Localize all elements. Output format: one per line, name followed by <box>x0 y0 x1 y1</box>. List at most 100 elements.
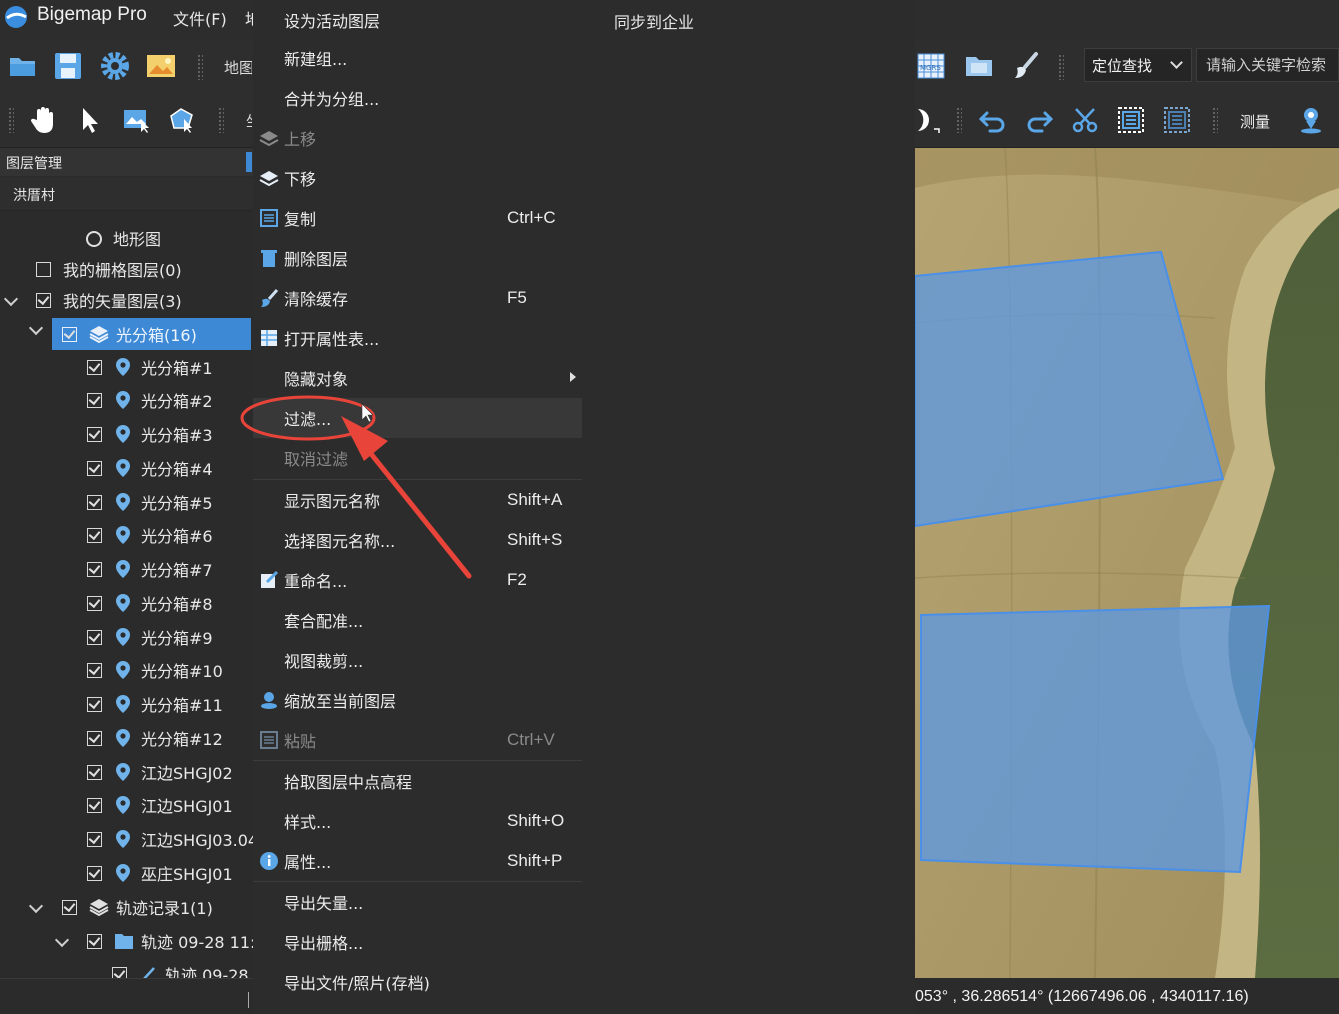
tree-item-fiber-box[interactable]: 江边SHGJ01 <box>0 789 253 821</box>
deselect-icon[interactable] <box>1160 103 1194 137</box>
toolbar-cut-label[interactable]: 坐 <box>246 110 252 131</box>
tree-item-fiber-box[interactable]: 光分箱#10 <box>0 654 253 686</box>
menu-item-0[interactable]: 设为活动图层 <box>253 0 582 40</box>
keyword-search-input[interactable] <box>1196 48 1339 82</box>
user-location-icon[interactable] <box>1294 103 1328 137</box>
checkbox[interactable] <box>87 527 102 543</box>
checkbox[interactable] <box>36 261 51 277</box>
chevron-down-icon[interactable] <box>54 932 70 948</box>
tree-item-fiber-box[interactable]: 光分箱#2 <box>0 384 253 416</box>
checkbox[interactable] <box>87 629 102 645</box>
redo-icon[interactable] <box>1022 103 1056 137</box>
checkbox[interactable] <box>87 831 102 847</box>
checkbox[interactable] <box>87 730 102 746</box>
tree-item-fiber-box[interactable]: 光分箱#12 <box>0 722 253 754</box>
toolbar-grip[interactable] <box>218 107 224 133</box>
polygon-select-icon[interactable] <box>165 103 199 137</box>
chevron-down-icon[interactable] <box>28 898 44 914</box>
map-toolbar-label[interactable]: 地图 <box>224 57 252 78</box>
toolbar-grip[interactable] <box>197 54 203 80</box>
toolbar-grip[interactable] <box>956 107 962 133</box>
tree-item-fiber-box[interactable]: 光分箱#5 <box>0 486 253 518</box>
globe-half-icon[interactable] <box>910 103 944 137</box>
scissors-icon[interactable] <box>1068 103 1102 137</box>
panel-tab-edge[interactable] <box>246 152 252 172</box>
menu-item-13[interactable]: 选择图元名称... Shift+S <box>253 520 582 560</box>
measure-tool-label[interactable]: 测量 <box>1240 111 1270 132</box>
menu-next[interactable]: 地 <box>245 6 253 30</box>
checkbox[interactable] <box>87 494 102 510</box>
tree-item-raster-layers[interactable]: 我的栅格图层(0) <box>0 253 253 285</box>
menu-item-21[interactable]: 属性... Shift+P <box>253 841 582 881</box>
fiber-box-area-polygon[interactable] <box>920 604 1271 874</box>
checkbox[interactable] <box>87 359 102 375</box>
map-select-icon[interactable] <box>119 103 153 137</box>
menu-item-3[interactable]: 上移 <box>253 118 582 158</box>
menu-item-14[interactable]: 重命名... F2 <box>253 560 582 600</box>
menu-item-16[interactable]: 视图裁剪... <box>253 640 582 680</box>
checkbox[interactable] <box>62 899 77 915</box>
image-layer-icon[interactable] <box>144 49 178 83</box>
tree-item-fiber-box[interactable]: 光分箱#1 <box>0 351 253 383</box>
tree-item-fiber-box[interactable]: 光分箱#9 <box>0 621 253 653</box>
menu-item-9[interactable]: 隐藏对象 <box>253 358 582 398</box>
toolbar-grip[interactable] <box>8 107 14 133</box>
checkbox[interactable] <box>87 392 102 408</box>
menu-item-1[interactable]: 新建组... <box>253 38 582 78</box>
menu-item-4[interactable]: 下移 <box>253 158 582 198</box>
tree-item-fiber-box[interactable]: 光分箱#4 <box>0 452 253 484</box>
tree-item-fiber-box-group[interactable]: 光分箱(16) <box>52 318 251 350</box>
menu-item-15[interactable]: 套合配准... <box>253 600 582 640</box>
menu-item-7[interactable]: 清除缓存 F5 <box>253 278 582 318</box>
tree-item-track[interactable]: 轨迹 09-28 <box>0 958 253 978</box>
tree-item-track-folder[interactable]: 轨迹 09-28 11: <box>0 925 253 957</box>
checkbox[interactable] <box>87 561 102 577</box>
open-folder-icon[interactable] <box>6 49 40 83</box>
menu-item-24[interactable]: 导出文件/照片(存档) <box>253 962 582 1002</box>
tree-item-fiber-box[interactable]: 光分箱#7 <box>0 553 253 585</box>
checkbox[interactable] <box>62 326 77 342</box>
tree-item-fiber-box[interactable]: 光分箱#3 <box>0 418 253 450</box>
checkbox[interactable] <box>87 595 102 611</box>
select-arrow-icon[interactable] <box>73 103 107 137</box>
save-icon[interactable] <box>51 49 85 83</box>
menu-item-19[interactable]: 拾取图层中点高程 <box>253 761 582 801</box>
checkbox[interactable] <box>36 292 51 308</box>
menu-item-20[interactable]: 样式... Shift+O <box>253 801 582 841</box>
chevron-down-icon[interactable] <box>3 291 19 307</box>
menu-item-6[interactable]: 删除图层 <box>253 238 582 278</box>
pan-hand-icon[interactable] <box>27 103 61 137</box>
menu-file[interactable]: 文件(F) <box>173 6 227 30</box>
tree-item-fiber-box[interactable]: 光分箱#11 <box>0 688 253 720</box>
checkbox[interactable] <box>112 966 127 978</box>
tree-item-fiber-box[interactable]: 光分箱#8 <box>0 587 253 619</box>
sync-to-enterprise-label[interactable]: 同步到企业 <box>614 9 694 33</box>
toolbar-grip[interactable] <box>1058 54 1064 80</box>
radio-icon[interactable] <box>86 231 102 247</box>
checkbox[interactable] <box>87 865 102 881</box>
menu-item-17[interactable]: 缩放至当前图层 <box>253 680 582 720</box>
checkbox[interactable] <box>87 933 102 949</box>
menu-item-11[interactable]: 取消过滤 <box>253 438 582 478</box>
folder-map-icon[interactable] <box>962 49 996 83</box>
tree-item-vector-layers[interactable]: 我的矢量图层(3) <box>0 284 253 316</box>
menu-item-12[interactable]: 显示图元名称 Shift+A <box>253 480 582 520</box>
toolbar-grip[interactable] <box>1212 107 1218 133</box>
tree-item-track-group[interactable]: 轨迹记录1(1) <box>0 891 253 923</box>
menu-item-18[interactable]: 粘贴 Ctrl+V <box>253 720 582 760</box>
menu-item-2[interactable]: 合并为分组... <box>253 78 582 118</box>
tree-item-terrain[interactable]: 地形图 <box>0 222 253 254</box>
map-view[interactable] <box>915 148 1339 978</box>
checkbox[interactable] <box>87 764 102 780</box>
checkbox[interactable] <box>87 460 102 476</box>
brush-icon[interactable] <box>1009 49 1043 83</box>
menu-item-10[interactable]: 过滤... <box>253 398 582 438</box>
settings-gear-icon[interactable] <box>98 49 132 83</box>
tree-item-fiber-box[interactable]: 巫庄SHGJ01 <box>0 857 253 889</box>
checkbox[interactable] <box>87 662 102 678</box>
mgrs-grid-icon[interactable]: MGRS <box>914 49 948 83</box>
locate-search-dropdown[interactable]: 定位查找 <box>1084 48 1192 82</box>
menu-item-5[interactable]: 复制 Ctrl+C <box>253 198 582 238</box>
checkbox[interactable] <box>87 696 102 712</box>
undo-icon[interactable] <box>976 103 1010 137</box>
